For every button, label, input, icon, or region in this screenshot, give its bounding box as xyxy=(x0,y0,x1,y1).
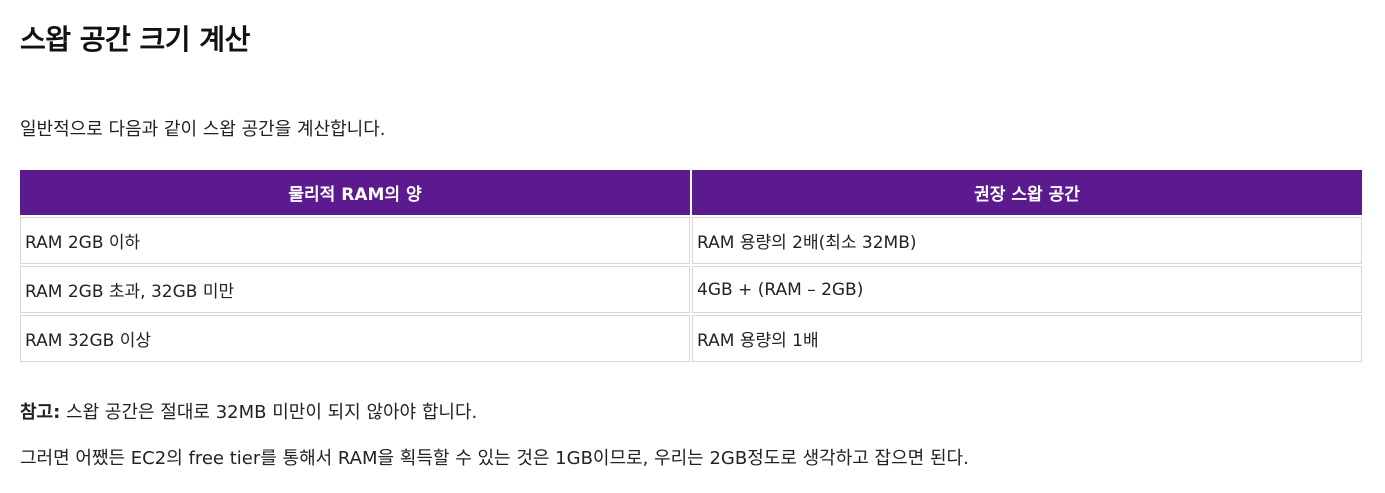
table-cell-swap: 4GB + (RAM – 2GB) xyxy=(692,266,1362,313)
intro-paragraph: 일반적으로 다음과 같이 스왑 공간을 계산합니다. xyxy=(20,119,386,140)
table-cell-ram: RAM 32GB 이상 xyxy=(20,315,690,362)
header-physical-ram: 물리적 RAM의 양 xyxy=(20,170,690,215)
table-header-row: 물리적 RAM의 양 권장 스왑 공간 xyxy=(20,170,1362,215)
table-row: RAM 2GB 초과, 32GB 미만 4GB + (RAM – 2GB) xyxy=(20,266,1362,313)
note-label: 참고: xyxy=(20,402,61,423)
table-cell-swap: RAM 용량의 2배(최소 32MB) xyxy=(692,217,1362,264)
table-row: RAM 2GB 이하 RAM 용량의 2배(최소 32MB) xyxy=(20,217,1362,264)
table-row: RAM 32GB 이상 RAM 용량의 1배 xyxy=(20,315,1362,362)
swap-size-table: 물리적 RAM의 양 권장 스왑 공간 RAM 2GB 이하 RAM 용량의 2… xyxy=(18,168,1364,364)
table-cell-ram: RAM 2GB 이하 xyxy=(20,217,690,264)
table-cell-swap: RAM 용량의 1배 xyxy=(692,315,1362,362)
table-cell-ram: RAM 2GB 초과, 32GB 미만 xyxy=(20,266,690,313)
header-recommended-swap: 권장 스왑 공간 xyxy=(692,170,1362,215)
note-paragraph: 참고: 스왑 공간은 절대로 32MB 미만이 되지 않아야 합니다. xyxy=(20,398,477,424)
closing-paragraph: 그러면 어쨌든 EC2의 free tier를 통해서 RAM을 획득할 수 있… xyxy=(20,448,969,469)
section-title: 스왑 공간 크기 계산 xyxy=(20,23,250,56)
note-text: 스왑 공간은 절대로 32MB 미만이 되지 않아야 합니다. xyxy=(60,402,478,423)
